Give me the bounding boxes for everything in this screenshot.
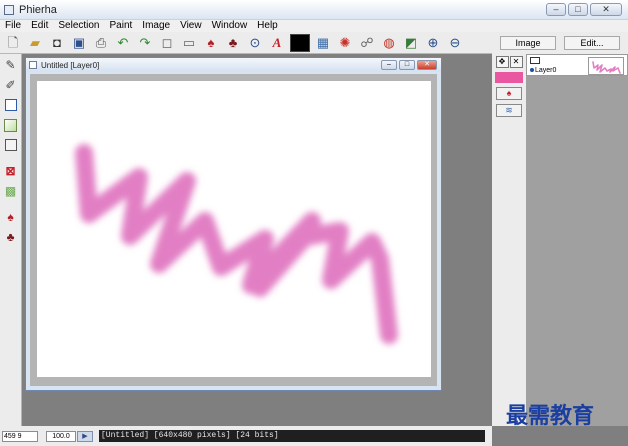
print-icon[interactable]: ⎙ — [90, 33, 112, 53]
menu-help[interactable]: Help — [252, 20, 283, 32]
menu-view[interactable]: View — [175, 20, 207, 32]
window-controls: – □ ✕ — [546, 3, 622, 16]
foreground-color-swatch[interactable] — [495, 72, 523, 83]
doc-minimize-button[interactable]: – — [381, 60, 397, 70]
camera-icon[interactable]: ◘ — [46, 33, 68, 53]
text-icon[interactable]: A — [266, 33, 288, 53]
layer-tools: ✥ ✕ ♠ ≋ — [492, 54, 526, 426]
doc-maximize-button[interactable]: □ — [399, 60, 415, 70]
layer-row[interactable]: Layer0 — [526, 54, 628, 76]
globe-icon[interactable]: ◍ — [378, 33, 400, 53]
app-icon — [4, 4, 14, 15]
close-button[interactable]: ✕ — [590, 3, 622, 16]
status-bar: 459 9 100.0 ▶ [Untitled] [640x480 pixels… — [0, 426, 492, 446]
image-icon[interactable]: ▦ — [312, 33, 334, 53]
right-panel: Image Edit... ✥ ✕ ♠ ≋ Layer0 — [492, 32, 628, 426]
image-info: [Untitled] [640x480 pixels] [24 bits] — [99, 430, 485, 442]
save-icon[interactable]: ▣ — [68, 33, 90, 53]
canvas-area — [30, 74, 437, 386]
redo-icon[interactable]: ↷ — [134, 33, 156, 53]
rect-select-icon[interactable] — [2, 96, 20, 114]
document-icon — [29, 61, 37, 69]
zoom-out-icon[interactable]: ⊖ — [444, 33, 466, 53]
layer-brush-icon[interactable]: ♠ — [496, 87, 522, 100]
document-window: Untitled [Layer0] – □ ✕ — [25, 57, 442, 391]
watermark-logo: 最需教育 — [506, 403, 595, 429]
gradient-icon[interactable] — [2, 116, 20, 134]
smudge-tool-icon[interactable]: ♣ — [2, 228, 20, 246]
smudge-icon[interactable]: ♣ — [222, 33, 244, 53]
menu-edit[interactable]: Edit — [26, 20, 53, 32]
app-title: Phierha — [19, 3, 57, 16]
menu-bar: File Edit Selection Paint Image View Win… — [0, 20, 628, 32]
layer-stack-icon[interactable]: ≋ — [496, 104, 522, 117]
zoom-icon[interactable]: ⊙ — [244, 33, 266, 53]
zoom-arrow-icon[interactable]: ▶ — [77, 430, 93, 442]
layer-name: Layer0 — [535, 67, 557, 74]
cut-icon[interactable]: ◻ — [156, 33, 178, 53]
color-swatch[interactable] — [290, 33, 310, 52]
filter-icon[interactable]: ✺ — [334, 33, 356, 53]
layer-thumbnail — [588, 57, 624, 75]
brush-tool-icon[interactable]: ♠ — [2, 208, 20, 226]
minimize-button[interactable]: – — [546, 3, 566, 16]
menu-image[interactable]: Image — [137, 20, 175, 32]
image-tab[interactable]: Image — [500, 36, 556, 50]
open-folder-icon[interactable]: ▰ — [24, 33, 46, 53]
layer-visibility-icon[interactable] — [530, 57, 540, 64]
clear-selection-icon[interactable]: ⊠ — [2, 162, 20, 180]
new-doc-icon[interactable]: 🗋 — [2, 33, 24, 53]
document-controls: – □ ✕ — [381, 60, 437, 70]
layer-mini-buttons: ✥ ✕ — [495, 56, 523, 68]
menu-selection[interactable]: Selection — [53, 20, 104, 32]
zoom-in-icon[interactable]: ⊕ — [422, 33, 444, 53]
cursor-coordinates: 459 9 — [2, 430, 38, 442]
menu-file[interactable]: File — [0, 20, 26, 32]
eyedropper-icon[interactable]: ✐ — [2, 76, 20, 94]
move-layer-icon[interactable]: ✥ — [495, 56, 509, 68]
main-toolbar: 🗋 ▰ ◘ ▣ ⎙ ↶ ↷ ◻ ▭ ♠ ♣ ⊙ A ▦ ✺ ☍ ◍ ◩ ⊕ ⊖ — [0, 32, 492, 54]
brush-icon[interactable]: ♠ — [200, 33, 222, 53]
menu-paint[interactable]: Paint — [105, 20, 138, 32]
document-title-bar: Untitled [Layer0] – □ ✕ — [26, 58, 441, 72]
menu-window[interactable]: Window — [207, 20, 253, 32]
adjust-icon[interactable]: ◩ — [400, 33, 422, 53]
document-title: Untitled [Layer0] — [41, 60, 100, 70]
active-layer-dot — [530, 68, 534, 72]
title-bar: Phierha – □ ✕ — [0, 0, 628, 20]
maximize-button[interactable]: □ — [568, 3, 588, 16]
mosaic-icon[interactable]: ▩ — [2, 182, 20, 200]
brush-stroke — [75, 144, 398, 344]
panel-tabs: Image Edit... — [492, 32, 628, 54]
tool-palette: ✎ ✐ ⊠ ▩ ♠ ♣ — [0, 54, 22, 426]
delete-layer-icon[interactable]: ✕ — [509, 56, 523, 68]
shape-icon[interactable] — [2, 136, 20, 154]
undo-icon[interactable]: ↶ — [112, 33, 134, 53]
edit-tab[interactable]: Edit... — [564, 36, 620, 50]
zoom-field[interactable]: 100.0 — [46, 430, 76, 442]
paste-icon[interactable]: ▭ — [178, 33, 200, 53]
drawing-canvas[interactable] — [37, 81, 431, 377]
clipboard-icon[interactable]: ☍ — [356, 33, 378, 53]
pen-tool-icon[interactable]: ✎ — [2, 56, 20, 74]
doc-close-button[interactable]: ✕ — [417, 60, 437, 70]
